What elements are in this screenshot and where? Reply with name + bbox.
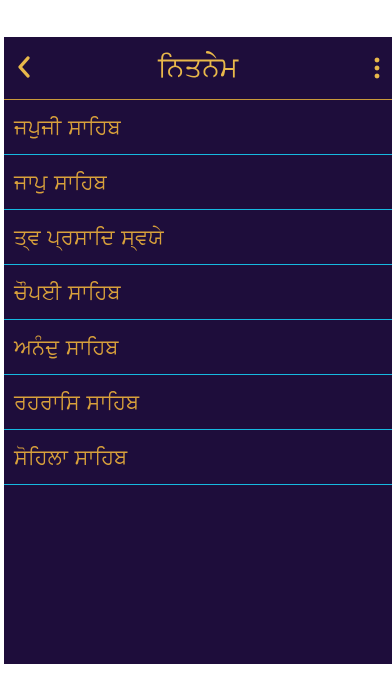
- list-item-label: ਅਨੰਦੁ ਸਾਹਿਬ: [14, 335, 119, 359]
- more-vertical-icon: [374, 57, 380, 79]
- app-header: ਨਿਤਨੇਮ: [4, 37, 392, 99]
- nitnem-list: ਜਪੁਜੀ ਸਾਹਿਬ ਜਾਪੁ ਸਾਹਿਬ ਤ੍ਵ ਪ੍ਰਸਾਦਿ ਸ੍ਵਯੇ…: [4, 100, 392, 485]
- list-item-label: ਚੌਪਈ ਸਾਹਿਬ: [14, 280, 121, 304]
- list-item-jaap-sahib[interactable]: ਜਾਪੁ ਸਾਹਿਬ: [4, 155, 392, 210]
- overflow-menu-button[interactable]: [372, 55, 382, 81]
- page-title: ਨਿਤਨੇਮ: [157, 50, 239, 83]
- list-item-japji-sahib[interactable]: ਜਪੁਜੀ ਸਾਹਿਬ: [4, 100, 392, 155]
- list-item-rehras-sahib[interactable]: ਰਹਰਾਸਿ ਸਾਹਿਬ: [4, 375, 392, 430]
- app-container: ਨਿਤਨੇਮ ਜਪੁਜੀ ਸਾਹਿਬ ਜਾਪੁ ਸਾਹਿਬ ਤ੍ਵ ਪ੍ਰਸਾਦ…: [4, 37, 392, 664]
- list-item-label: ਸੋਹਿਲਾ ਸਾਹਿਬ: [14, 445, 128, 469]
- list-item-anand-sahib[interactable]: ਅਨੰਦੁ ਸਾਹਿਬ: [4, 320, 392, 375]
- list-item-label: ਰਹਰਾਸਿ ਸਾਹਿਬ: [14, 390, 140, 414]
- list-item-tav-prasad-savaiye[interactable]: ਤ੍ਵ ਪ੍ਰਸਾਦਿ ਸ੍ਵਯੇ: [4, 210, 392, 265]
- list-item-sohila-sahib[interactable]: ਸੋਹਿਲਾ ਸਾਹਿਬ: [4, 430, 392, 485]
- screen: ਨਿਤਨੇਮ ਜਪੁਜੀ ਸਾਹਿਬ ਜਾਪੁ ਸਾਹਿਬ ਤ੍ਵ ਪ੍ਰਸਾਦ…: [0, 0, 392, 696]
- list-item-chaupai-sahib[interactable]: ਚੌਪਈ ਸਾਹਿਬ: [4, 265, 392, 320]
- list-item-label: ਜਪੁਜੀ ਸਾਹਿਬ: [14, 115, 121, 139]
- list-item-label: ਤ੍ਵ ਪ੍ਰਸਾਦਿ ਸ੍ਵਯੇ: [14, 225, 164, 249]
- list-item-label: ਜਾਪੁ ਸਾਹਿਬ: [14, 170, 107, 194]
